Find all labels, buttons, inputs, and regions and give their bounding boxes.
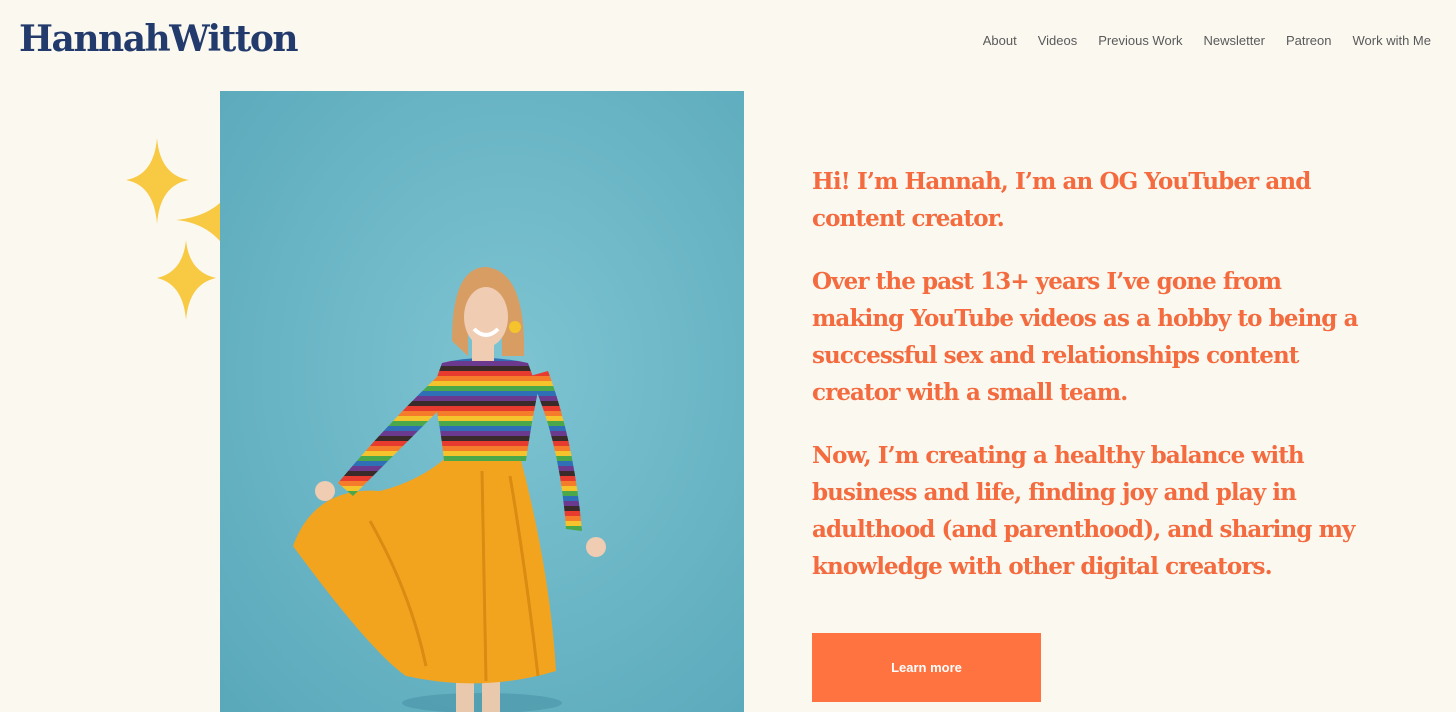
nav-item-newsletter[interactable]: Newsletter — [1204, 31, 1265, 51]
nav-item-about[interactable]: About — [983, 31, 1017, 51]
hero-intro: Hi! I’m Hannah, I’m an OG YouTuber and c… — [812, 163, 1372, 611]
site-logo[interactable]: HannahWitton — [19, 14, 299, 64]
intro-paragraph-3: Now, I’m creating a healthy balance with… — [812, 442, 1355, 580]
nav-item-previous-work[interactable]: Previous Work — [1098, 31, 1182, 51]
learn-more-button[interactable]: Learn more — [812, 633, 1041, 702]
intro-paragraph-2: Over the past 13+ years I’ve gone from m… — [812, 268, 1358, 406]
nav-item-patreon[interactable]: Patreon — [1286, 31, 1332, 51]
nav-item-videos[interactable]: Videos — [1038, 31, 1078, 51]
intro-paragraph-1: Hi! I’m Hannah, I’m an OG YouTuber and c… — [812, 168, 1311, 232]
hero-photo — [220, 91, 744, 712]
nav-item-work-with-me[interactable]: Work with Me — [1353, 31, 1432, 51]
main-nav: About Videos Previous Work Newsletter Pa… — [983, 31, 1431, 51]
